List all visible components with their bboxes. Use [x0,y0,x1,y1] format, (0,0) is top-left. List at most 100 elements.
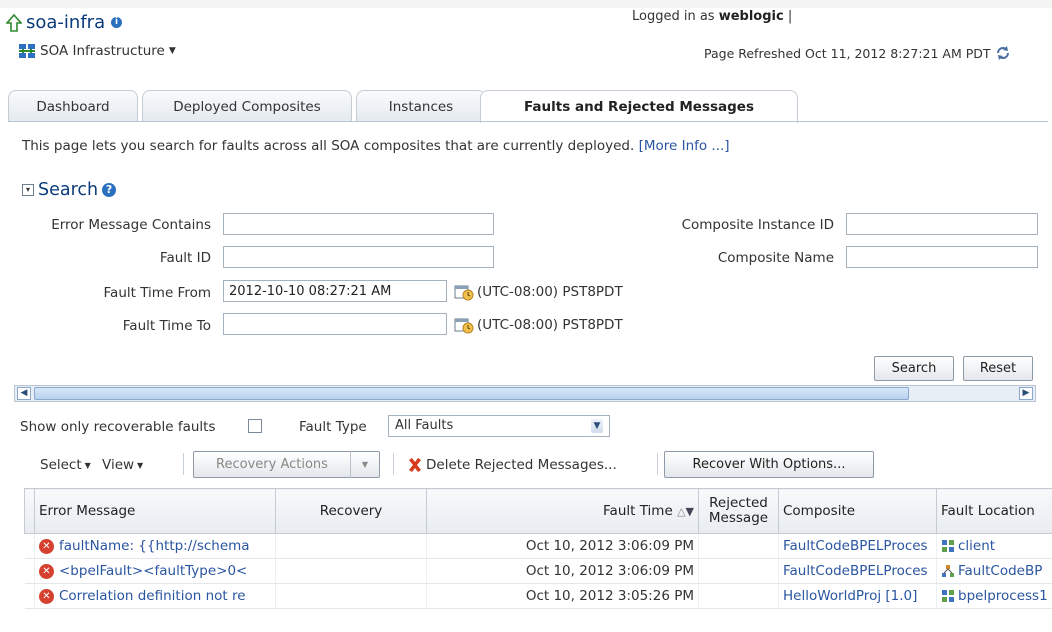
sort-ascending-icon[interactable]: △ [677,505,685,518]
scroll-left-icon[interactable]: ◀ [17,387,31,400]
col-composite[interactable]: Composite [778,488,937,534]
page-description: This page lets you search for faults acr… [22,138,730,154]
toolbar-separator [657,453,658,475]
error-message-input[interactable] [223,213,494,235]
error-message-cell[interactable]: ✕ faultName: {{http://schema [34,533,276,559]
calendar-icon[interactable] [454,316,474,334]
soa-infrastructure-menu[interactable]: SOA Infrastructure ▼ [18,43,176,59]
row-selector[interactable] [24,558,35,584]
up-arrow-icon[interactable] [6,13,22,32]
soa-infrastructure-icon [19,44,35,58]
fault-location-link[interactable]: client [958,538,995,554]
tab-divider [8,121,1048,122]
tab-deployed-composites[interactable]: Deployed Composites [142,90,352,122]
view-menu-label: View [102,457,135,473]
description-text: This page lets you search for faults acr… [22,138,635,154]
sort-descending-icon[interactable]: ▼ [686,505,694,518]
error-icon: ✕ [39,563,54,579]
more-info-link[interactable]: [More Info ...] [639,138,730,154]
tab-faults-and-rejected-messages[interactable]: Faults and Rejected Messages [480,90,798,123]
error-message-link[interactable]: Correlation definition not re [59,588,246,604]
fault-time-from-timezone: (UTC-08:00) PST8PDT [454,283,623,301]
error-message-cell[interactable]: ✕ Correlation definition not re [34,583,276,609]
app-title: soa-infra i [6,12,123,33]
chevron-down-icon: ▼ [137,460,144,470]
fault-location-cell[interactable]: FaultCodeBP [936,558,1052,584]
error-message-cell[interactable]: ✕ <bpelFault><faultType>0< [34,558,276,584]
chevron-down-icon: ▼ [168,46,176,56]
page-refreshed: Page Refreshed Oct 11, 2012 8:27:21 AM P… [704,45,1011,61]
refreshed-text: Page Refreshed Oct 11, 2012 8:27:21 AM P… [704,45,991,61]
fault-time-from-input[interactable] [223,280,447,302]
composite-name-input[interactable] [846,246,1038,268]
col-rejected-message[interactable]: Rejected Message [698,488,779,534]
table-row[interactable]: ✕ <bpelFault><faultType>0< Oct 10, 2012 3… [24,558,1052,584]
recovery-actions-button[interactable]: Recovery Actions ▼ [193,451,380,478]
calendar-icon[interactable] [454,283,474,301]
recovery-actions-label: Recovery Actions [216,457,328,472]
row-selector[interactable] [24,533,35,559]
table-row[interactable]: ✕ faultName: {{http://schema Oct 10, 2012… [24,533,1052,559]
fault-time-from-label: Fault Time From [103,285,211,301]
error-icon: ✕ [39,538,54,554]
refresh-icon[interactable] [995,45,1011,61]
composite-instance-id-input[interactable] [846,213,1038,235]
composite-link[interactable]: FaultCodeBPELProces [783,538,928,554]
table-header-row: Error Message Recovery Fault Time △▼ Rej… [24,488,1052,534]
service-component-icon [942,590,954,602]
composite-cell[interactable]: FaultCodeBPELProces [778,558,937,584]
recoverable-faults-checkbox[interactable] [248,419,262,433]
reset-button[interactable]: Reset [963,356,1033,381]
select-menu[interactable]: Select ▼ [40,457,91,473]
search-section-header[interactable]: ▾ Search ? [22,180,117,200]
fault-id-input[interactable] [223,246,494,268]
fault-location-link[interactable]: FaultCodeBP [958,563,1042,579]
composite-cell[interactable]: HelloWorldProj [1.0] [778,583,937,609]
info-icon[interactable]: i [111,17,123,28]
help-icon[interactable]: ? [102,183,117,197]
recovery-cell [275,533,427,559]
recovery-cell [275,583,427,609]
col-fault-time[interactable]: Fault Time △▼ [426,488,699,534]
collapse-icon[interactable]: ▾ [22,184,34,196]
composite-link[interactable]: HelloWorldProj [1.0] [783,588,917,604]
delete-rejected-messages-button[interactable]: Delete Rejected Messages... [407,457,617,473]
error-message-link[interactable]: faultName: {{http://schema [59,538,250,554]
fault-type-select[interactable]: All Faults ▼ [388,415,610,437]
fault-time-to-input[interactable] [223,313,447,335]
toolbar-separator [183,453,184,475]
col-fault-location[interactable]: Fault Location [936,488,1052,534]
tab-dashboard[interactable]: Dashboard [8,90,138,122]
composite-link[interactable]: FaultCodeBPELProces [783,563,928,579]
error-icon: ✕ [39,588,54,604]
col-recovery[interactable]: Recovery [275,488,427,534]
scroll-right-icon[interactable]: ▶ [1019,387,1033,400]
service-component-icon [942,540,954,552]
top-strip [0,0,1052,8]
row-selector-header [24,488,35,534]
scrollbar-thumb[interactable] [34,387,909,400]
composite-name-label: Composite Name [717,250,834,266]
fault-location-cell[interactable]: client [936,533,1052,559]
user-name[interactable]: weblogic [719,9,784,24]
composite-cell[interactable]: FaultCodeBPELProces [778,533,937,559]
search-button[interactable]: Search [874,356,954,381]
menu-label: SOA Infrastructure [40,43,165,59]
error-message-link[interactable]: <bpelFault><faultType>0< [59,563,247,579]
view-menu[interactable]: View ▼ [102,457,143,473]
fault-time-cell: Oct 10, 2012 3:06:09 PM [426,533,699,559]
fault-location-cell[interactable]: bpelprocess1 [936,583,1052,609]
rejected-message-cell [698,558,779,584]
tab-instances[interactable]: Instances [356,90,486,122]
fault-time-to-timezone: (UTC-08:00) PST8PDT [454,316,623,334]
col-fault-time-label: Fault Time [603,503,673,519]
table-row[interactable]: ✕ Correlation definition not re Oct 10, 2… [24,583,1052,609]
logged-in: Logged in as weblogic | [632,9,793,24]
error-message-label: Error Message Contains [51,217,211,233]
col-error-message[interactable]: Error Message [34,488,276,534]
fault-location-link[interactable]: bpelprocess1 [958,588,1048,604]
fault-type-value: All Faults [395,418,454,433]
row-selector[interactable] [24,583,35,609]
recover-with-options-button[interactable]: Recover With Options... [664,451,874,478]
chevron-down-icon: ▼ [84,460,91,470]
